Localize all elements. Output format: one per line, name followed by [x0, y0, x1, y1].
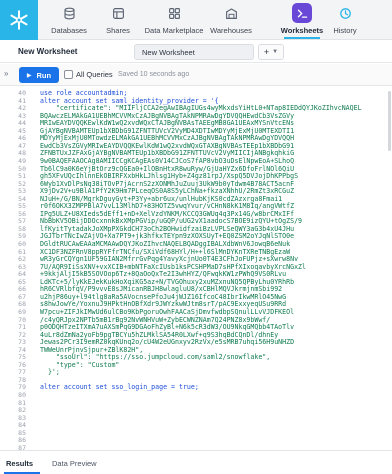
run-label: Run [36, 70, 52, 80]
nav-label: Databases [51, 26, 87, 35]
saved-status: Saved 10 seconds ago [118, 71, 190, 78]
plus-icon: + [263, 47, 270, 57]
terminal-icon [292, 3, 312, 23]
tab-label: New Worksheet [142, 48, 195, 57]
worksheet-tab-bar: New Worksheet New Worksheet + ▼ [0, 41, 392, 63]
nav-data-marketplace[interactable]: Data Marketplace [145, 3, 203, 39]
nav-label: Data Marketplace [144, 26, 204, 35]
run-button[interactable]: ▶ Run [19, 67, 59, 83]
nav-databases[interactable]: Databases [44, 3, 94, 39]
worksheet-toolbar: » ▶ Run All Queries Saved 10 seconds ago [0, 64, 392, 86]
snowflake-logo-icon[interactable] [0, 0, 38, 40]
code-line[interactable]: alter account set sso_login_page = true; [40, 383, 199, 391]
nav-history[interactable]: History [320, 3, 370, 39]
play-icon: ▶ [26, 72, 32, 79]
tab-results[interactable]: Results [6, 459, 33, 468]
nav-label: Shares [106, 26, 130, 35]
nav-label: Worksheets [280, 26, 324, 35]
add-worksheet-button[interactable]: + ▼ [258, 44, 284, 60]
nav-warehouses[interactable]: Warehouses [206, 3, 256, 39]
sql-editor[interactable]: 40 41 42 43 44 45 46 47 48 49 50 51 52 53 54 55 56 57 58 59… [0, 87, 392, 450]
database-icon [59, 3, 79, 23]
all-queries-checkbox[interactable]: All Queries [64, 70, 113, 79]
all-queries-label: All Queries [76, 70, 113, 79]
top-navigation: Databases Shares Data Marketplace Wareho… [0, 0, 392, 40]
code-line[interactable]: }'; [40, 368, 60, 376]
nav-label: Warehouses [210, 26, 252, 35]
tab-new-worksheet[interactable]: New Worksheet [134, 44, 254, 60]
nav-shares[interactable]: Shares [93, 3, 143, 39]
line-number-gutter: 40 41 42 43 44 45 46 47 48 49 50 51 52 53 54 55 56 57 58 59… [0, 87, 30, 450]
result-tabs: Results Data Preview [0, 450, 392, 474]
active-nav-indicator [284, 37, 320, 39]
history-icon [335, 3, 355, 23]
checkbox-icon[interactable] [64, 70, 73, 79]
shares-icon [108, 3, 128, 23]
worksheet-title[interactable]: New Worksheet [18, 47, 77, 56]
tab-data-preview[interactable]: Data Preview [52, 459, 97, 468]
editor-scrollbar[interactable] [388, 91, 391, 151]
snowflake-icon [10, 10, 28, 30]
expand-sidebar-icon[interactable]: » [4, 69, 14, 81]
warehouse-icon [221, 3, 241, 23]
marketplace-icon [164, 3, 184, 23]
chevron-down-icon: ▼ [272, 49, 279, 55]
nav-label: History [333, 26, 357, 35]
